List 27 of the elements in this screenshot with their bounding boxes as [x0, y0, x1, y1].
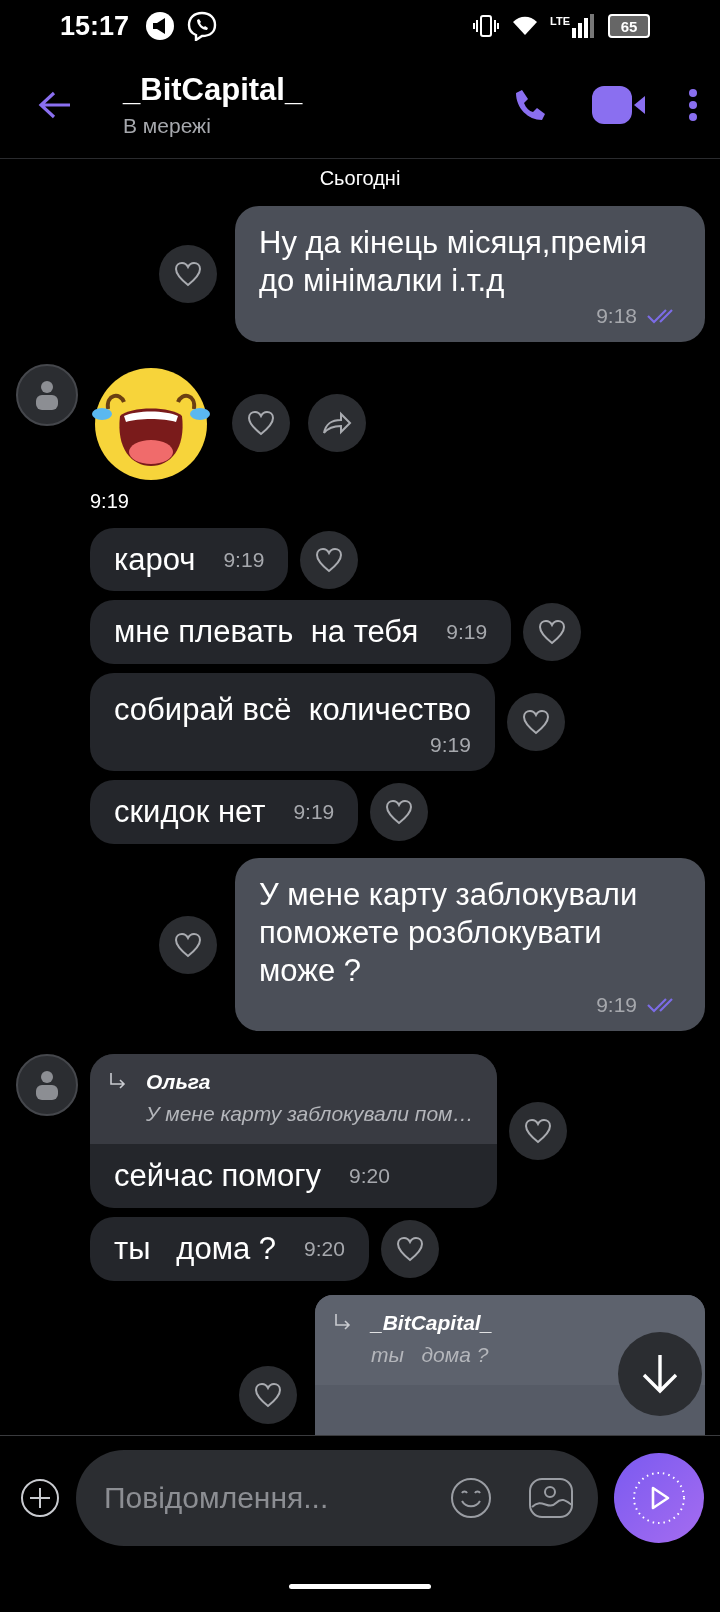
message-text: мне плевать на тебя [114, 613, 419, 652]
quote-text: У мене карту заблокували пом… [145, 1102, 474, 1127]
quote-author: Ольга [146, 1070, 211, 1095]
message-time: 9:19 [596, 993, 637, 1018]
message-time: 9:19 [89, 489, 130, 513]
message-text: собирай всё количество [114, 691, 471, 730]
message-time: 9:19 [293, 799, 335, 824]
message-input-field[interactable]: Повідомлення... [102, 1480, 414, 1516]
message-text: Ну да кінець місяця,премія до мінімалки і.т.д [259, 224, 648, 300]
message-text: скидок нет [114, 793, 266, 831]
message-time: 9:19 [223, 547, 265, 572]
message-time: 9:20 [348, 1164, 390, 1189]
message-time: 9:19 [446, 620, 488, 645]
message-text: сейчас помогу [114, 1157, 321, 1196]
message-text: ты дома ? [114, 1230, 277, 1268]
message-time: 9:19 [430, 733, 471, 758]
online-status: В мережі [123, 114, 212, 138]
battery-indicator: 65 [608, 14, 650, 38]
status-time: 15:17 [60, 10, 130, 42]
message-text: кароч [114, 540, 196, 579]
message-time: 9:18 [596, 303, 637, 328]
quote-text: ты дома ? [370, 1342, 490, 1367]
message-text: У мене карту заблокували поможете розблокувати може ? [259, 875, 639, 990]
chat-title: _BitCapital_ [123, 72, 304, 108]
network-type: LTE [550, 15, 570, 27]
quote-author: _BitCapital_ [371, 1310, 493, 1335]
message-time: 9:20 [304, 1237, 345, 1262]
